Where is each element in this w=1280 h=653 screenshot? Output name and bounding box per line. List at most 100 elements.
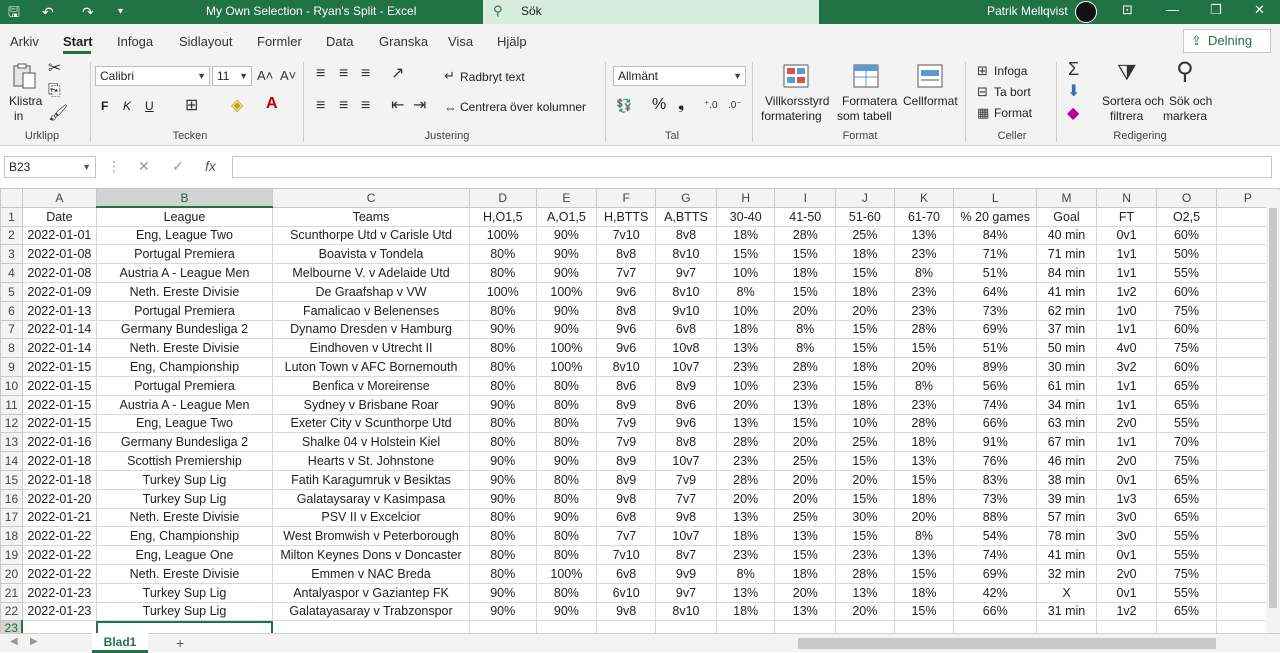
data-cell[interactable]: 65% [1156,488,1217,509]
data-cell[interactable]: 31 min [1036,601,1097,622]
vertical-scroll-thumb[interactable] [1269,208,1277,608]
copy-icon[interactable]: ⎘ [48,83,61,99]
row-header[interactable]: 5 [0,281,23,302]
data-cell[interactable]: 20% [715,488,776,509]
align-middle-icon[interactable]: ≡ [339,66,348,82]
column-header[interactable]: J [835,188,895,208]
row-header[interactable]: 11 [0,394,23,415]
tab-arkiv[interactable]: Arkiv [10,34,39,49]
data-cell[interactable]: Exeter City v Scunthorpe Utd [272,413,470,434]
data-cell[interactable]: 42% [953,582,1038,603]
data-cell[interactable]: 1v1 [1095,319,1158,340]
data-cell[interactable]: 41 min [1036,545,1097,565]
data-cell[interactable]: 37 min [1036,319,1097,340]
data-cell[interactable]: 80% [535,375,598,396]
data-cell[interactable]: 71% [953,244,1038,265]
data-cell[interactable]: 100% [535,338,598,359]
data-cell[interactable]: 88% [953,507,1038,528]
data-cell[interactable]: 8v10 [596,357,657,377]
data-cell[interactable]: 8% [893,375,955,396]
data-cell[interactable]: 9v7 [655,582,717,603]
comma-button[interactable]: ❟ [678,96,684,114]
data-cell[interactable]: Austria A - League Men [95,394,274,415]
share-button[interactable]: ⇪ Delning [1183,29,1271,53]
data-cell[interactable]: 90% [535,451,598,471]
save-icon[interactable]: 🖫 [8,2,20,22]
data-cell[interactable]: 90% [468,488,537,509]
data-cell[interactable]: Benfica v Moreirense [272,375,470,396]
data-cell[interactable]: 90% [468,451,537,471]
font-color-icon[interactable]: A [266,96,278,112]
column-header-selected[interactable]: B [95,188,274,209]
data-cell[interactable]: 1v1 [1095,432,1158,453]
data-cell[interactable]: 7v10 [596,225,657,246]
data-cell[interactable]: 69% [953,563,1038,584]
enter-icon[interactable]: ✓ [172,158,184,175]
data-cell[interactable]: 2022-01-18 [21,469,97,490]
data-cell[interactable]: 100% [535,281,598,302]
data-cell[interactable]: 90% [468,469,537,490]
format-as-table-label[interactable]: Formatera [842,94,897,108]
data-cell[interactable]: 55% [1156,526,1217,547]
find-select-icon[interactable]: ⚲ [1176,60,1194,84]
data-cell[interactable]: 20% [774,488,837,509]
data-cell[interactable]: 13% [715,582,776,603]
row-header[interactable]: 22 [0,601,23,622]
data-cell[interactable]: 20% [835,469,895,490]
data-cell[interactable]: 66% [953,601,1038,622]
row-header[interactable]: 1 [0,206,23,227]
data-cell[interactable]: 7v7 [596,263,657,283]
header-cell[interactable]: O2,5 [1156,206,1217,227]
data-cell[interactable]: 51% [953,338,1038,359]
row-header[interactable]: 21 [0,582,23,603]
data-cell[interactable]: 18% [893,582,955,603]
data-cell[interactable]: 90% [468,601,537,622]
data-cell[interactable]: 8v8 [596,244,657,265]
undo-icon[interactable]: ↶ [42,2,54,22]
data-cell[interactable]: 60% [1156,357,1217,377]
data-cell[interactable]: 62 min [1036,300,1097,321]
number-format-select[interactable]: Allmänt ▼ [613,66,746,86]
data-cell[interactable]: 8v10 [655,601,717,622]
wrap-text-button[interactable]: Radbryt text [460,70,525,84]
data-cell[interactable]: 1v1 [1095,394,1158,415]
data-cell[interactable]: West Bromwish v Peterborough [272,526,470,547]
data-cell[interactable]: 8% [893,263,955,283]
data-cell[interactable]: 1v1 [1095,375,1158,396]
autosum-icon[interactable]: Σ [1068,60,1079,78]
indent-icon[interactable]: ⇤ [391,98,404,114]
data-cell[interactable]: 2022-01-08 [21,244,97,265]
fill-color-icon[interactable]: ◈ [231,98,243,114]
conditional-formatting-label-2[interactable]: formatering [761,109,822,123]
data-cell[interactable]: 8% [893,526,955,547]
data-cell[interactable]: 1v1 [1095,263,1158,283]
data-cell[interactable]: Hearts v St. Johnstone [272,451,470,471]
delete-cells-button[interactable]: Ta bort [994,85,1031,99]
data-cell[interactable]: 30% [835,507,895,528]
data-cell[interactable]: 2022-01-21 [21,507,97,528]
data-cell[interactable]: 50 min [1036,338,1097,359]
data-cell[interactable]: 23% [835,545,895,565]
data-cell[interactable]: 90% [468,319,537,340]
data-cell[interactable]: 80% [468,338,537,359]
find-select-label[interactable]: Sök och [1169,94,1212,108]
increase-decimal-icon[interactable]: ⁺.0 [704,98,718,114]
data-cell[interactable]: 13% [774,601,837,622]
cancel-icon[interactable]: ✕ [138,158,150,175]
row-header[interactable]: 20 [0,563,23,584]
data-cell[interactable]: 1v0 [1095,300,1158,321]
column-header[interactable]: H [715,188,776,208]
tab-formler[interactable]: Formler [257,34,302,49]
data-cell[interactable]: 69% [953,319,1038,340]
data-cell[interactable]: 10% [835,413,895,434]
row-header[interactable]: 6 [0,300,23,321]
avatar[interactable] [1075,1,1097,23]
data-cell[interactable]: 23% [893,244,955,265]
column-header[interactable]: K [893,188,955,208]
data-cell[interactable]: 75% [1156,563,1217,584]
data-cell[interactable]: 8v7 [655,545,717,565]
decrease-decimal-icon[interactable]: .0⁻ [728,98,742,114]
data-cell[interactable]: Famalicao v Belenenses [272,300,470,321]
data-cell[interactable]: 80% [535,582,598,603]
row-header[interactable]: 18 [0,526,23,547]
